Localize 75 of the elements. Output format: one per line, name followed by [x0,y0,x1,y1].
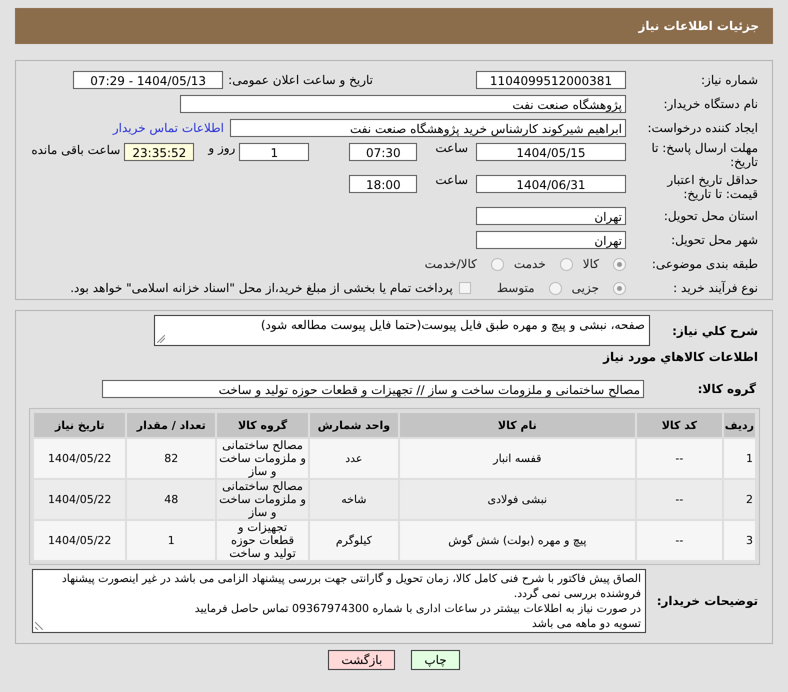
table-cell: 1404/05/22 [34,480,126,519]
validity-time-field: 18:00 [349,175,418,193]
field-label: شرح کلي نياز: [671,324,759,338]
back-button[interactable]: بازگشت [328,650,396,670]
table-cell: 1404/05/22 [34,439,126,478]
category-radio[interactable]: کالا/خدمت [424,257,504,271]
field-label: نام دستگاه خریدار: [662,97,759,111]
remaining-label: ساعت باقی مانده [31,143,120,157]
table-cell: مصالح ساختمانی و ملزومات ساخت و ساز [217,439,308,478]
payment-label: پرداخت تمام یا بخشی از مبلغ خرید،از محل "اسناد خزانه اسلامی" خواهد بود. [70,281,453,295]
page-title: جزئیات اطلاعات نیاز [638,19,759,33]
table-cell: 1 [127,521,216,560]
reply-date-field: 1404/05/15 [476,143,626,161]
table-cell: -- [636,480,722,519]
section-title: اطلاعات کالاهاي مورد نياز [602,350,759,364]
table-cell: کیلوگرم [310,521,398,560]
print-button[interactable]: چاپ [411,650,460,670]
need-number-field: 1104099512000381 [476,71,626,89]
table-cell: قفسه انبار [400,439,635,478]
resize-grip-icon[interactable] [35,622,43,630]
requester-field: ابراهیم شیرکوند کارشناس خرید پژوهشگاه صنعت نفت [230,119,626,137]
table-cell: 2 [724,480,755,519]
time-label: ساعت [435,141,468,155]
field-label: مهلت ارسال پاسخ: تا تاریخ: [650,141,759,169]
field-label: تاریخ و ساعت اعلان عمومی: [228,73,373,87]
table-cell: 1404/05/22 [34,521,126,560]
field-label: حداقل تاریخ اعتبار قیمت: تا تاریخ: [666,173,759,201]
payment-checkbox[interactable] [458,282,471,294]
reply-time-field: 07:30 [349,143,418,161]
province-field: تهران [476,207,626,225]
buyer-org-field: پژوهشگاه صنعت نفت [180,95,626,113]
field-label: طبقه بندی موضوعی: [650,257,759,271]
table-cell: -- [636,521,722,560]
field-label: استان محل تحویل: [662,209,759,223]
column-header[interactable]: تعداد / مقدار [127,413,216,437]
column-header[interactable]: نام کالا [400,413,635,437]
announce-date-field: 1404/05/13 - 07:29 [73,71,224,89]
time-label: ساعت [435,173,468,187]
table-cell: 3 [724,521,755,560]
days-label: روز و [208,141,236,155]
table-cell: شاخه [310,480,398,519]
field-label: شماره نیاز: [700,73,759,87]
validity-date-field: 1404/06/31 [476,175,626,193]
field-label: توضیحات خریدار: [656,594,759,608]
remaining-time-field: 23:35:52 [124,143,194,161]
field-label: گروه کالا: [696,382,757,396]
field-label: ایجاد کننده درخواست: [646,121,759,135]
summary-text: صفحه، نبشی و پیچ و مهره طبق فایل پیوست(حتما فایل پیوست مطالعه شود) [260,318,645,332]
table-cell: -- [636,439,722,478]
table-cell: 82 [127,439,216,478]
table-cell: پیچ و مهره (بولت) شش گوش [400,521,635,560]
category-radio[interactable]: خدمت [514,257,573,271]
column-header[interactable]: کد کالا [636,413,722,437]
table-cell: 1 [724,439,755,478]
column-header[interactable]: ردیف [724,413,755,437]
goods-group-field: مصالح ساختمانی و ملزومات ساخت و ساز // تجهیزات و قطعات حوزه تولید و ساخت [102,380,644,398]
buyer-notes-text: الصاق پیش فاکتور با شرح فنی کامل کالا، زمان تحویل و گارانتی جهت بررسی پیشنهاد الزامی می باشد در غیر اینصورت پیشنهاد فروشنده بررسی نمی گردد. در صورت نیاز به اطلاعات بیشتر در ساعات اداری با شماره 09367974300 تماس حاصل فرمایید تسویه دو ماهه می باشد [60,571,641,631]
city-field: تهران [476,231,626,249]
table-cell: 48 [127,480,216,519]
column-header[interactable]: واحد شمارش [310,413,398,437]
category-radio[interactable]: کالا [582,257,626,271]
table-cell: عدد [310,439,398,478]
buyer-contact-link[interactable]: اطلاعات تماس خریدار [112,121,224,135]
column-header[interactable]: گروه کالا [217,413,308,437]
field-label: نوع فرآیند خرید : [672,281,759,295]
days-field: 1 [239,143,310,161]
summary-textarea[interactable]: صفحه، نبشی و پیچ و مهره طبق فایل پیوست(حتما فایل پیوست مطالعه شود) [154,315,650,346]
table-cell: نبشی فولادی [400,480,635,519]
column-header[interactable]: تاریخ نیاز [34,413,126,437]
table-cell: تجهیزات و قطعات حوزه تولید و ساخت [217,521,308,560]
field-label: شهر محل تحویل: [670,233,759,247]
purchase-type-radio[interactable]: متوسط [496,281,562,295]
table-cell: مصالح ساختمانی و ملزومات ساخت و ساز [217,480,308,519]
resize-grip-icon[interactable] [157,335,165,343]
purchase-type-radio[interactable]: جزیی [572,281,626,295]
